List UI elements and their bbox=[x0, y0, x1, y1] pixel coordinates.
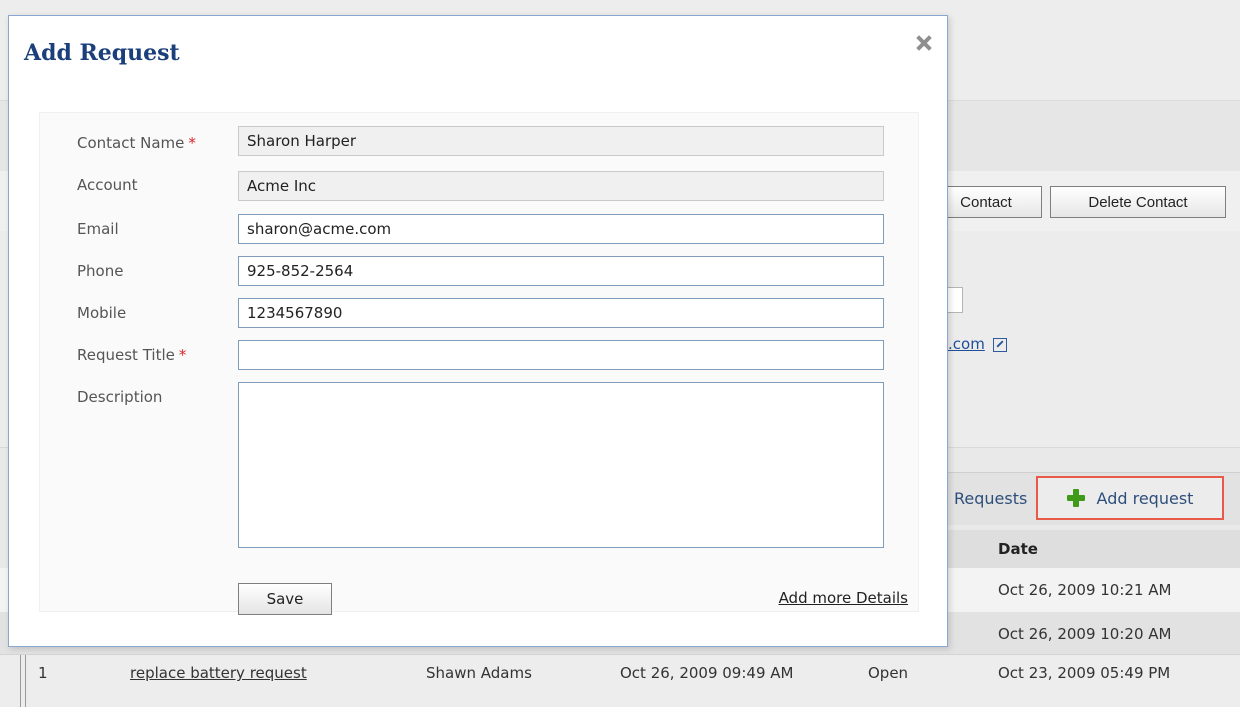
row-created-date: Oct 26, 2009 09:49 AM bbox=[620, 664, 794, 682]
external-link-icon[interactable] bbox=[992, 337, 1007, 352]
row-number: 1 bbox=[38, 664, 48, 682]
add-request-button[interactable]: Add request bbox=[1036, 476, 1224, 520]
requests-tab[interactable]: Requests bbox=[954, 489, 1027, 508]
close-icon[interactable] bbox=[915, 34, 933, 52]
row-date: Oct 23, 2009 05:49 PM bbox=[998, 664, 1171, 682]
account-label: Account bbox=[77, 176, 138, 194]
phone-field[interactable] bbox=[238, 256, 884, 286]
required-marker: * bbox=[178, 346, 187, 364]
requests-grid-header: Date bbox=[940, 530, 1240, 568]
email-label: Email bbox=[77, 220, 119, 238]
contact-name-field[interactable] bbox=[238, 126, 884, 156]
email-link-fragment[interactable]: .com bbox=[948, 335, 1007, 353]
row-status: Open bbox=[868, 664, 909, 682]
request-title-label: Request Title * bbox=[77, 346, 187, 364]
request-title-field[interactable] bbox=[238, 340, 884, 370]
input-fragment bbox=[948, 287, 963, 313]
required-marker: * bbox=[188, 134, 196, 152]
description-label: Description bbox=[77, 388, 163, 406]
row-date: Oct 26, 2009 10:21 AM bbox=[998, 581, 1172, 599]
contact-name-label: Contact Name * bbox=[77, 134, 196, 152]
row-grip bbox=[20, 655, 26, 707]
add-request-dialog: Add Request Contact Name* Account Email … bbox=[8, 15, 948, 647]
description-field[interactable] bbox=[238, 382, 884, 548]
mobile-field[interactable] bbox=[238, 298, 884, 328]
request-form: Contact Name* Account Email Phone Mobile… bbox=[39, 112, 919, 615]
row-date: Oct 26, 2009 10:20 AM bbox=[998, 625, 1172, 643]
dialog-title: Add Request bbox=[24, 40, 180, 66]
account-field[interactable] bbox=[238, 171, 884, 201]
request-title-link[interactable]: replace battery request bbox=[130, 655, 307, 691]
mobile-label: Mobile bbox=[77, 304, 127, 322]
date-column-header[interactable]: Date bbox=[998, 540, 1038, 558]
row-contact: Shawn Adams bbox=[426, 664, 532, 682]
delete-contact-button[interactable]: Delete Contact bbox=[1050, 186, 1226, 218]
add-more-details-link[interactable]: Add more Details bbox=[779, 589, 908, 607]
save-button[interactable]: Save bbox=[238, 583, 332, 615]
phone-label: Phone bbox=[77, 262, 124, 280]
plus-icon bbox=[1066, 489, 1085, 507]
table-row: 1 replace battery request Shawn Adams Oc… bbox=[0, 654, 1240, 707]
email-field[interactable] bbox=[238, 214, 884, 244]
